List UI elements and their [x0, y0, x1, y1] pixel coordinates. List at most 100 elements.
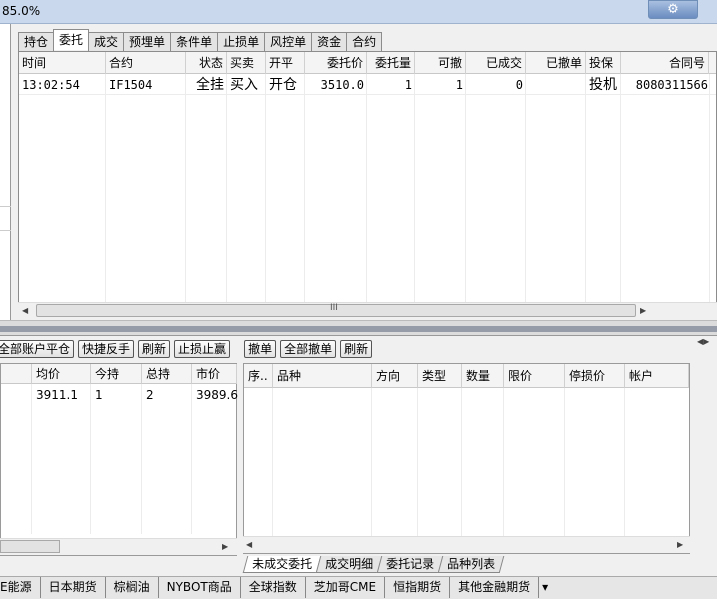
column-header-time[interactable]: 时间 [19, 52, 106, 74]
column-header-limit-price[interactable]: 限价 [504, 364, 565, 388]
tab-funds[interactable]: 资金 [311, 32, 348, 51]
order-grid-header: 时间 合约 状态 买卖 开平 委托价 委托量 可撤 已成交 已撤单 投保 合同号 [19, 52, 716, 74]
cell-time: 13:02:54 [22, 78, 80, 92]
column-header-open-close[interactable]: 开平 [266, 52, 305, 74]
market-tab-palm-oil[interactable]: 棕榈油 [106, 577, 159, 598]
refresh-positions-button[interactable]: 刷新 [138, 340, 171, 358]
grid-line [371, 388, 372, 538]
cancel-order-button[interactable]: 撤单 [244, 340, 277, 358]
tab-fill-details[interactable]: 成交明细 [315, 556, 383, 573]
grid-line [624, 388, 625, 538]
tab-symbol-list[interactable]: 品种列表 [437, 556, 505, 573]
column-header-hedge[interactable]: 投保 [586, 52, 621, 74]
pending-list-scrollbar[interactable] [243, 536, 690, 553]
tab-conditional-orders[interactable]: 条件单 [170, 32, 219, 51]
cell-order-price: 3510.0 [320, 78, 364, 92]
grid-line [525, 74, 526, 304]
grid-line [191, 384, 192, 534]
cell-today-hold[interactable]: 1 [91, 385, 142, 405]
tab-positions[interactable]: 持仓 [18, 32, 55, 51]
column-header-today-hold[interactable]: 今持 [91, 364, 142, 384]
position-list: 均价 今持 总持 市价 3911.1 1 2 3989.6 [0, 363, 238, 556]
column-header-quantity[interactable]: 数量 [462, 364, 504, 388]
column-header-seq[interactable]: 序.. [244, 364, 273, 388]
column-header-side[interactable]: 买卖 [227, 52, 266, 74]
column-header-direction[interactable]: 方向 [372, 364, 418, 388]
scrollbar-grip: III [330, 303, 338, 313]
grid-line [265, 74, 266, 304]
cell-cancelled [526, 75, 586, 95]
grid-line [141, 384, 142, 534]
column-header-account[interactable]: 帐户 [625, 364, 689, 388]
market-tab-cme[interactable]: 芝加哥CME [306, 577, 386, 598]
grid-line [414, 74, 415, 304]
tab-stop-loss-orders[interactable]: 止损单 [217, 32, 266, 51]
column-header-order-qty[interactable]: 委托量 [367, 52, 415, 74]
market-tab-global-index[interactable]: 全球指数 [241, 577, 306, 598]
scroll-right-icon[interactable]: ▶ [677, 540, 683, 549]
scroll-right-icon[interactable]: ▶ [222, 542, 228, 551]
column-header-status[interactable]: 状态 [186, 52, 227, 74]
divider [0, 230, 11, 231]
cell-contract-no: 8080311566 [635, 78, 708, 92]
grid-line [226, 74, 227, 304]
column-header-blank [1, 364, 32, 384]
column-header-order-price[interactable]: 委托价 [305, 52, 367, 74]
grid-line [105, 74, 106, 304]
cell-status: 全挂 [196, 77, 224, 93]
column-header-market-price[interactable]: 市价 [192, 364, 237, 384]
tab-orders[interactable]: 委托 [53, 29, 90, 50]
tab-risk-orders[interactable]: 风控单 [264, 32, 313, 51]
quick-reverse-button[interactable]: 快捷反手 [78, 340, 135, 358]
market-tab-other-financial[interactable]: 其他金融期货 [450, 577, 540, 598]
market-tab-japan-futures[interactable]: 日本期货 [41, 577, 106, 598]
grid-line [709, 74, 710, 304]
scrollbar-thumb[interactable] [0, 540, 60, 553]
stop-loss-take-profit-button[interactable]: 止损止赢 [174, 340, 231, 358]
market-tab-energy[interactable]: E能源 [0, 577, 41, 598]
column-header-symbol[interactable]: 品种 [273, 364, 372, 388]
column-header-filled[interactable]: 已成交 [466, 52, 526, 74]
scroll-left-icon[interactable]: ◀ [246, 540, 252, 549]
column-header-contract[interactable]: 合约 [106, 52, 186, 74]
market-tab-nybot[interactable]: NYBOT商品 [159, 577, 241, 598]
divider [0, 206, 11, 207]
gear-icon: ⚙ [667, 2, 679, 17]
cell-avg-price[interactable]: 3911.1 [32, 385, 91, 405]
tab-trades[interactable]: 成交 [88, 32, 125, 51]
tab-order-records[interactable]: 委托记录 [376, 556, 444, 573]
splitter-bar [0, 326, 717, 332]
market-tab-hang-seng-futures[interactable]: 恒指期货 [385, 577, 451, 598]
cell-order-qty: 1 [404, 78, 412, 92]
cancel-all-button[interactable]: 全部撤单 [280, 340, 337, 358]
cell-total-hold[interactable]: 2 [142, 385, 192, 405]
column-header-stop-price[interactable]: 停损价 [565, 364, 625, 388]
refresh-orders-button[interactable]: 刷新 [340, 340, 373, 358]
order-grid: 时间 合约 状态 买卖 开平 委托价 委托量 可撤 已成交 已撤单 投保 合同号… [18, 51, 717, 319]
close-all-accounts-button[interactable]: 全部账户平仓 [0, 340, 75, 358]
tab-contracts[interactable]: 合约 [346, 32, 383, 51]
more-tabs-dropdown-icon[interactable]: ▾ [539, 577, 551, 598]
panel-arrows-icon[interactable]: ◀▶ [697, 337, 709, 346]
toolbar-separator [234, 340, 240, 360]
column-header-total-hold[interactable]: 总持 [142, 364, 192, 384]
zoom-level: 85.0% [2, 4, 41, 18]
column-header-avg-price[interactable]: 均价 [32, 364, 91, 384]
pending-orders-list: 序.. 品种 方向 类型 数量 限价 停损价 帐户 [243, 363, 690, 554]
market-tabs: E能源 日本期货 棕榈油 NYBOT商品 全球指数 芝加哥CME 恒指期货 其他… [0, 577, 551, 599]
title-bar [0, 0, 717, 24]
column-header-contract-no[interactable]: 合同号 [621, 52, 709, 74]
column-header-cancelled[interactable]: 已撤单 [526, 52, 586, 74]
grid-line [465, 74, 466, 304]
tab-preset-orders[interactable]: 预埋单 [123, 32, 172, 51]
cell-market-price[interactable]: 3989.6 [192, 385, 238, 405]
column-header-cancelable[interactable]: 可撤 [415, 52, 466, 74]
scroll-right-icon[interactable]: ▶ [640, 306, 646, 315]
column-header-type[interactable]: 类型 [418, 364, 462, 388]
settings-button[interactable]: ⚙ [648, 0, 698, 19]
tab-label: 品种列表 [447, 557, 496, 571]
tab-unfilled-orders[interactable]: 未成交委托 [242, 556, 322, 573]
table-row[interactable]: 13:02:54 IF1504 全挂 买入 开仓 3510.0 1 1 0 投机… [19, 75, 716, 95]
scroll-left-icon[interactable]: ◀ [22, 306, 28, 315]
grid-line [564, 388, 565, 538]
